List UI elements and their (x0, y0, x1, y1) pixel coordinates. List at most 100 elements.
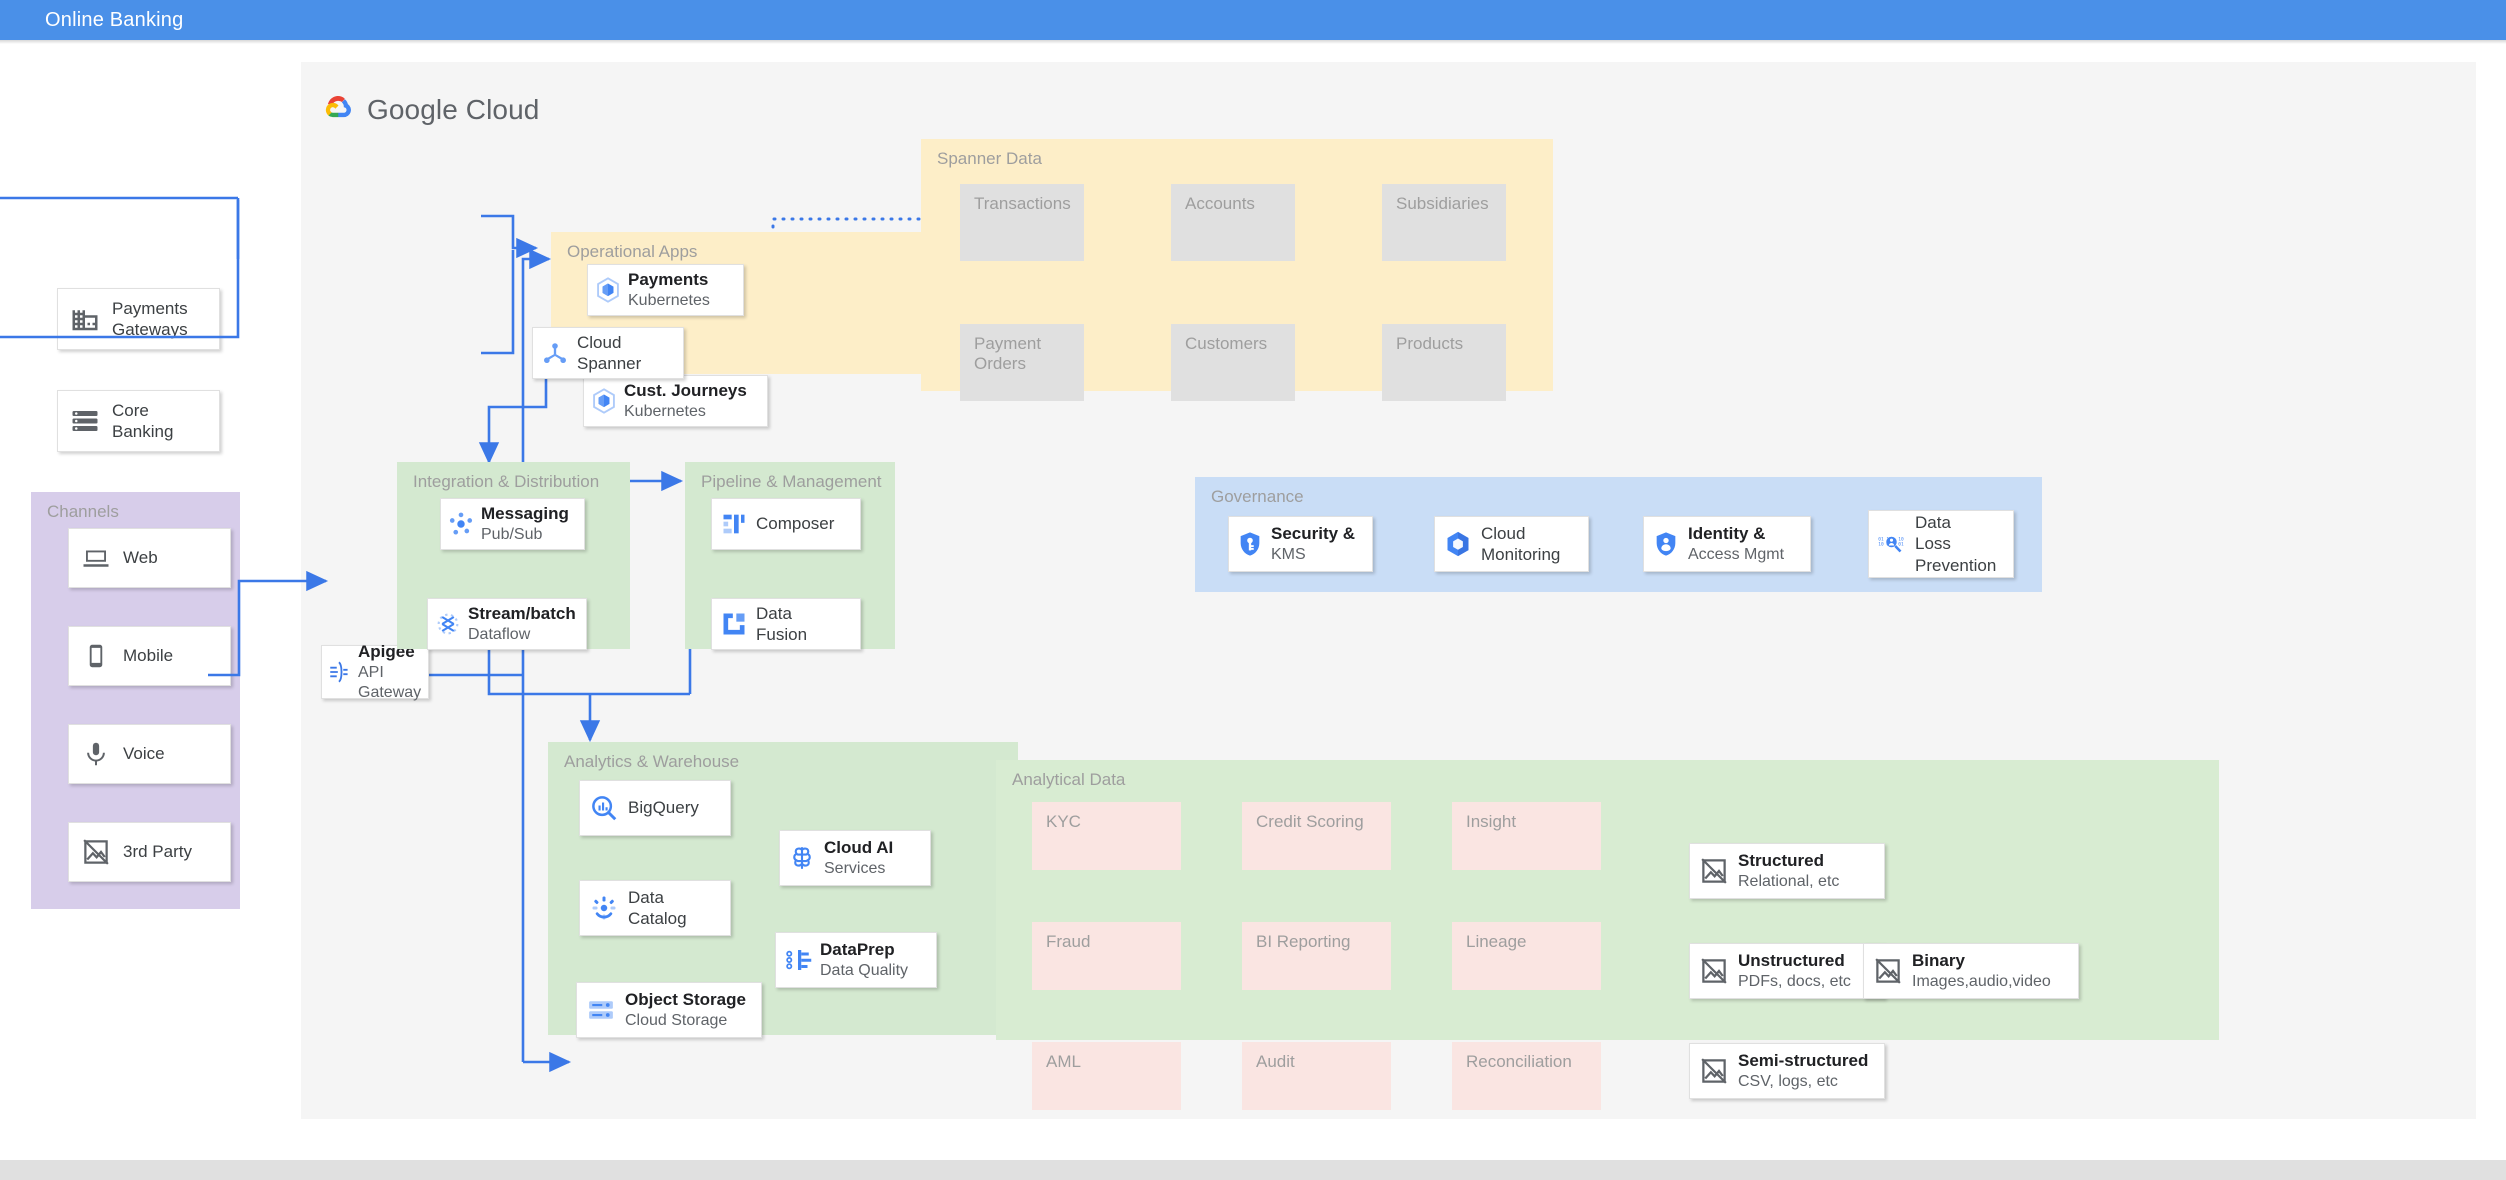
data-catalog-icon (580, 893, 628, 923)
channel-item-web[interactable]: Web (68, 528, 231, 588)
node-data-fusion[interactable]: Data Fusion (711, 598, 861, 650)
node-subtitle: CSV, logs, etc (1738, 1072, 1838, 1090)
node-payments-app[interactable]: Payments Kubernetes (587, 264, 744, 316)
node-payments-gateways[interactable]: Payments Gateways (57, 288, 220, 350)
channel-label: Mobile (123, 646, 174, 666)
node-title: Unstructured (1738, 951, 1845, 971)
spanner-tile-products[interactable]: Products (1382, 324, 1506, 401)
node-label-group: Binary Images,audio,video (1912, 950, 2051, 991)
footer-bar (0, 1160, 2506, 1180)
node-subtitle: Services (824, 859, 886, 877)
analytical-tile-lineage[interactable]: Lineage (1452, 922, 1601, 990)
node-label-group: Cloud Spanner (577, 332, 641, 375)
spanner-tile-payment-orders[interactable]: Payment Orders (960, 324, 1084, 401)
spanner-tile-accounts[interactable]: Accounts (1171, 184, 1295, 261)
spanner-tile-transactions[interactable]: Transactions (960, 184, 1084, 261)
kubernetes-engine-icon (584, 387, 624, 415)
node-cloud-spanner[interactable]: Cloud Spanner (532, 327, 684, 379)
node-subtitle: Cloud Storage (625, 1011, 728, 1029)
group-title-integration: Integration & Distribution (413, 472, 600, 491)
node-label-group: Messaging Pub/Sub (481, 503, 569, 544)
dataprep-icon (776, 945, 820, 975)
channel-item-voice[interactable]: Voice (68, 724, 231, 784)
analytical-tile-reconciliation[interactable]: Reconciliation (1452, 1042, 1601, 1110)
node-dataprep[interactable]: DataPrep Data Quality (775, 932, 937, 988)
google-cloud-mark-icon (321, 92, 355, 127)
node-label-group: Cloud AI Services (824, 837, 893, 878)
server-stack-icon (58, 406, 112, 436)
node-security-kms[interactable]: Security & KMS (1228, 516, 1373, 572)
node-title: Data (628, 887, 664, 907)
node-semi-structured-data[interactable]: Semi-structured CSV, logs, etc (1689, 1043, 1885, 1099)
node-subtitle: Relational, etc (1738, 872, 1840, 890)
arrow-payments-to-spanner (481, 214, 539, 259)
node-label-group: 3rd Party (123, 841, 192, 862)
node-data-catalog[interactable]: Data Catalog (579, 880, 731, 936)
analytical-tile-insight[interactable]: Insight (1452, 802, 1601, 870)
analytical-tile-kyc[interactable]: KYC (1032, 802, 1181, 870)
channel-label: Web (123, 548, 158, 568)
group-title-operational-apps: Operational Apps (567, 242, 698, 261)
node-label-group: Apigee API Gateway (358, 641, 428, 702)
group-governance: Governance Security & KMS Cloud Monitori… (1195, 477, 2042, 592)
node-label-group: BigQuery (628, 797, 699, 818)
group-title-spanner-data: Spanner Data (937, 149, 1042, 168)
node-label-group: Composer (756, 513, 834, 534)
node-title: BigQuery (628, 798, 699, 818)
node-stream-batch-dataflow[interactable]: Stream/batch Dataflow (427, 598, 587, 650)
node-messaging-pubsub[interactable]: Messaging Pub/Sub (440, 498, 585, 550)
laptop-icon (69, 543, 123, 573)
node-title: Cloud AI (824, 838, 894, 858)
node-title: Core (112, 400, 149, 420)
channel-label: 3rd Party (123, 842, 192, 862)
brand-google: Google (367, 93, 458, 125)
composer-icon (712, 510, 756, 538)
node-unstructured-data[interactable]: Unstructured PDFs, docs, etc (1689, 943, 1885, 999)
analytical-tile-credit-scoring[interactable]: Credit Scoring (1242, 802, 1391, 870)
node-label-group: Unstructured PDFs, docs, etc (1738, 950, 1851, 991)
node-composer[interactable]: Composer (711, 498, 861, 550)
node-identity-access-mgmt[interactable]: Identity & Access Mgmt (1643, 516, 1811, 572)
node-title: Security & (1271, 524, 1356, 544)
node-label-group: Security & KMS (1271, 523, 1355, 564)
node-apigee[interactable]: Apigee API Gateway (321, 642, 429, 701)
node-title: Cust. Journeys (624, 381, 747, 401)
node-data-loss-prevention[interactable]: 01 10 10 01 10 01 Data Loss Prevention (1868, 510, 2014, 578)
node-object-storage[interactable]: Object Storage Cloud Storage (576, 982, 762, 1038)
node-cloud-monitoring[interactable]: Cloud Monitoring (1434, 516, 1589, 572)
svg-text:01: 01 (1898, 541, 1904, 547)
node-structured-data[interactable]: Structured Relational, etc (1689, 843, 1885, 899)
analytical-tile-audit[interactable]: Audit (1242, 1042, 1391, 1110)
cloud-ai-icon (780, 843, 824, 873)
node-binary-data[interactable]: Binary Images,audio,video (1863, 943, 2079, 999)
node-label-group: Semi-structured CSV, logs, etc (1738, 1050, 1868, 1091)
node-label-group: Data Loss Prevention (1915, 512, 1996, 576)
node-subtitle-2: Prevention (1915, 555, 1997, 575)
node-subtitle: Images,audio,video (1912, 972, 2051, 990)
channel-item-mobile[interactable]: Mobile (68, 626, 231, 686)
analytical-tile-bi-reporting[interactable]: BI Reporting (1242, 922, 1391, 990)
pubsub-icon (441, 510, 481, 538)
analytical-tile-fraud[interactable]: Fraud (1032, 922, 1181, 990)
identity-access-icon (1644, 530, 1688, 558)
node-label-group: Cust. Journeys Kubernetes (624, 380, 747, 421)
node-subtitle: Loss (1915, 534, 1951, 554)
node-core-banking[interactable]: Core Banking (57, 390, 220, 452)
node-bigquery[interactable]: BigQuery (579, 780, 731, 836)
broken-image-icon (1864, 956, 1912, 986)
node-title: Messaging (481, 504, 569, 524)
node-cust-journeys-app[interactable]: Cust. Journeys Kubernetes (583, 375, 768, 427)
cloud-storage-icon (577, 995, 625, 1025)
cloud-monitoring-icon (1435, 529, 1481, 559)
spanner-tile-customers[interactable]: Customers (1171, 324, 1295, 401)
spanner-tile-subsidiaries[interactable]: Subsidiaries (1382, 184, 1506, 261)
node-subtitle: Catalog (628, 909, 687, 928)
node-title: Payments (112, 298, 188, 318)
node-cloud-ai[interactable]: Cloud AI Services (779, 830, 931, 886)
analytical-tile-aml[interactable]: AML (1032, 1042, 1181, 1110)
node-label-group: Data Catalog (628, 887, 687, 930)
data-fusion-icon (712, 610, 756, 638)
channel-item-3rd-party[interactable]: 3rd Party (68, 822, 231, 882)
group-title-analytics: Analytics & Warehouse (564, 752, 740, 771)
channel-label: Voice (123, 744, 165, 764)
